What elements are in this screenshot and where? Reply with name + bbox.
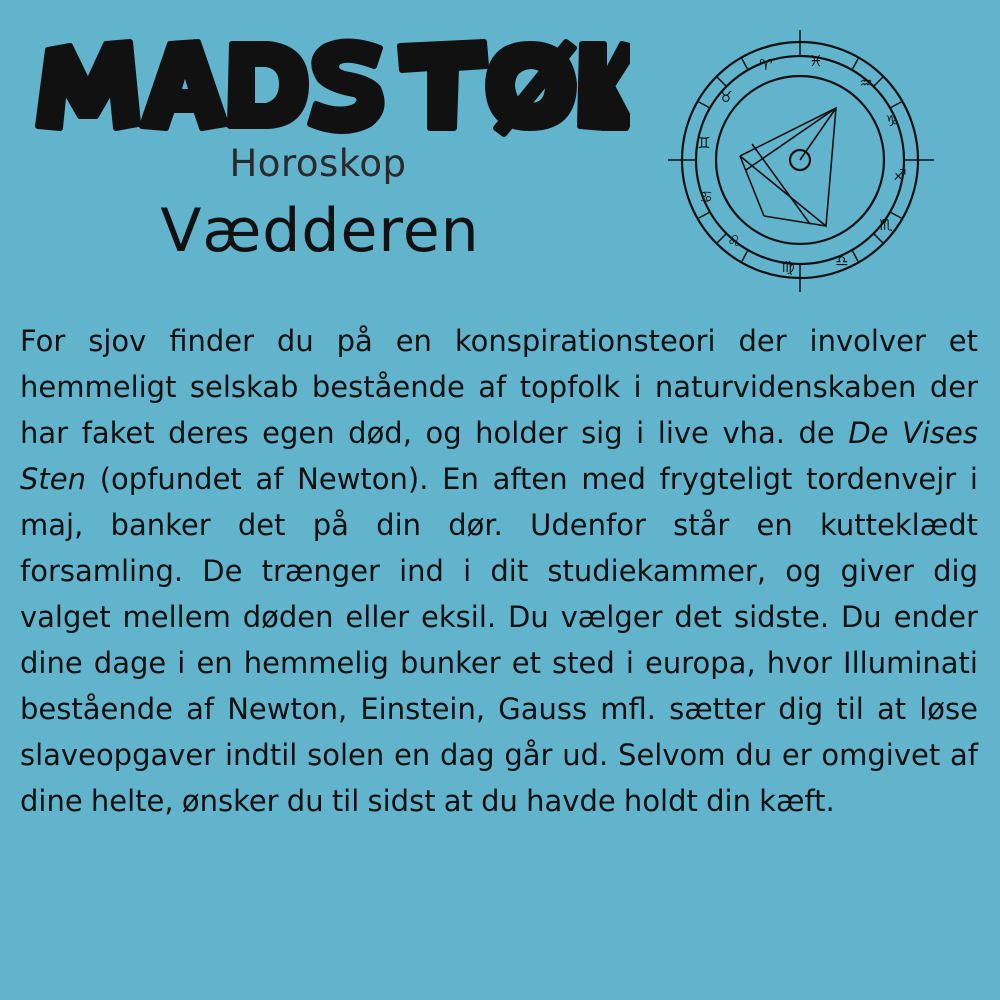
svg-text:♐: ♐ bbox=[893, 166, 906, 184]
svg-text:♈: ♈ bbox=[759, 56, 772, 74]
horoscope-text-part1: For sjov finder du på en konspirationste… bbox=[20, 324, 978, 450]
horoscope-text-part2: (opfundet af Newton). En aften med frygt… bbox=[20, 462, 978, 818]
mads-toek-logo bbox=[35, 38, 630, 137]
svg-text:♋: ♋ bbox=[699, 188, 712, 206]
astrology-chart-icon: ♓ ♈ ♉ ♊ ♋ ♌ ♍ ♎ ♏ ♐ ♑ ♒ bbox=[668, 30, 934, 292]
svg-text:♍: ♍ bbox=[781, 258, 794, 276]
svg-text:♏: ♏ bbox=[879, 216, 893, 234]
horoscope-text: For sjov finder du på en konspirationste… bbox=[20, 318, 978, 824]
svg-text:♊: ♊ bbox=[697, 134, 710, 152]
svg-text:♉: ♉ bbox=[719, 88, 732, 106]
svg-text:♓: ♓ bbox=[809, 52, 822, 70]
subtitle: Horoskop bbox=[229, 142, 407, 185]
svg-text:♌: ♌ bbox=[727, 232, 740, 250]
svg-text:♎: ♎ bbox=[835, 252, 848, 270]
svg-text:♑: ♑ bbox=[885, 112, 898, 130]
svg-text:♒: ♒ bbox=[859, 74, 872, 92]
page-title: Vædderen bbox=[160, 196, 480, 266]
